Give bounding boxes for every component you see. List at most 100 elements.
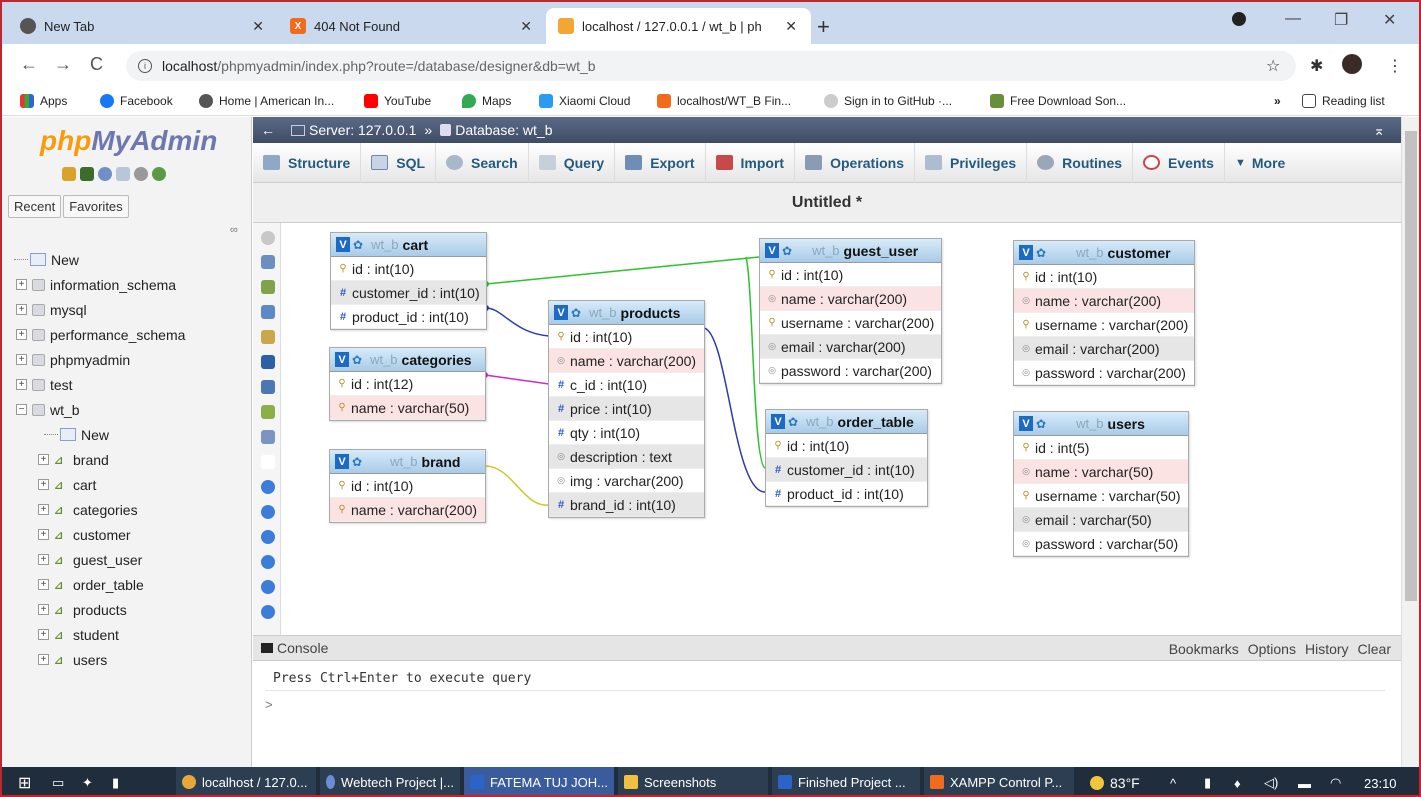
expand-icon[interactable]: + — [38, 529, 49, 540]
docs-icon[interactable] — [116, 167, 130, 181]
tab-new-tab[interactable]: New Tab ✕ — [8, 8, 278, 44]
expand-icon[interactable]: + — [38, 479, 49, 490]
column-row[interactable]: ◎ password : varchar(200) — [1014, 361, 1194, 385]
tab-routines[interactable]: Routines — [1027, 142, 1134, 183]
reload-button[interactable]: C — [90, 54, 103, 75]
column-row[interactable]: ⚲ username : varchar(50) — [1014, 484, 1188, 508]
column-row[interactable]: ⚲ id : int(12) — [330, 372, 485, 396]
console-bookmarks-link[interactable]: Bookmarks — [1169, 641, 1239, 657]
info-icon[interactable]: i — [138, 59, 152, 73]
minimize-button[interactable]: — — [1285, 10, 1301, 28]
bookmark-github[interactable]: Sign in to GitHub ·... — [824, 94, 952, 108]
table-header[interactable]: V ✿ wt_b guest_user — [760, 239, 941, 263]
column-row[interactable]: # brand_id : int(10) — [549, 493, 704, 517]
clock-time[interactable]: 23:10 — [1358, 767, 1403, 795]
task-view-icon[interactable]: ▭ — [46, 767, 70, 795]
column-row[interactable]: # qty : int(10) — [549, 421, 704, 445]
expand-icon[interactable]: + — [16, 329, 27, 340]
console-header[interactable]: Console Bookmarks Options History Clear — [253, 635, 1401, 661]
taskbar-app-webtech[interactable]: Webtech Project |... — [320, 767, 460, 795]
tree-item-wtb-new[interactable]: New — [2, 422, 252, 447]
scroll-top-icon[interactable]: ⌅ — [1373, 122, 1385, 139]
gear-icon[interactable]: ✿ — [352, 353, 362, 367]
column-row[interactable]: ◎ img : varchar(200) — [549, 469, 704, 493]
logout-icon[interactable] — [80, 167, 94, 181]
link-icon[interactable]: ∞ — [230, 224, 238, 236]
bookmark-download[interactable]: Free Download Son... — [990, 94, 1126, 108]
gear-icon[interactable]: ✿ — [1036, 417, 1046, 431]
table-products[interactable]: V ✿ wt_b products ⚲ id : int(10) ◎ name : var… — [548, 300, 705, 518]
column-row[interactable]: # price : int(10) — [549, 397, 704, 421]
gear-icon[interactable]: ✿ — [352, 455, 362, 469]
shield-icon[interactable]: ♦ — [1228, 767, 1247, 795]
recent-button[interactable]: Recent — [8, 195, 62, 218]
console-clear-link[interactable]: Clear — [1358, 641, 1391, 657]
bookmark-facebook[interactable]: Facebook — [100, 94, 173, 108]
wifi-icon[interactable]: ◠ — [1324, 767, 1347, 795]
tree-item-guest-user[interactable]: + ⊿ guest_user — [2, 547, 252, 572]
taskbar-app-finished-project[interactable]: Finished Project ... — [772, 767, 920, 795]
home-icon[interactable] — [62, 167, 76, 181]
column-row[interactable]: ◎ password : varchar(50) — [1014, 532, 1188, 556]
help-icon[interactable] — [98, 167, 112, 181]
expand-icon[interactable]: + — [38, 604, 49, 615]
back-button[interactable]: ← — [20, 54, 38, 75]
taskbar-app-fatema[interactable]: FATEMA TUJ JOH... — [464, 767, 614, 795]
table-guest-user[interactable]: V ✿ wt_b guest_user ⚲ id : int(10) ◎ name : v… — [759, 238, 942, 384]
taskbar-app-screenshots[interactable]: Screenshots — [618, 767, 768, 795]
toggle-table-icon[interactable]: V — [1019, 416, 1033, 431]
tab-import[interactable]: Import — [706, 142, 796, 183]
toggle-table-icon[interactable]: V — [1019, 245, 1033, 260]
close-window-button[interactable]: ✕ — [1383, 10, 1396, 30]
toggle-table-icon[interactable]: V — [335, 454, 349, 469]
column-row[interactable]: ⚲ id : int(10) — [1014, 265, 1194, 289]
column-row[interactable]: ◎ description : text — [549, 445, 704, 469]
console-input[interactable]: > — [265, 697, 273, 712]
settings-icon[interactable] — [134, 167, 148, 181]
table-order-table[interactable]: V ✿ wt_b order_table ⚲ id : int(10) # custome… — [765, 409, 928, 507]
collapse-arrow-icon[interactable]: ← — [261, 122, 275, 138]
gear-icon[interactable]: ✿ — [782, 244, 792, 258]
toggle-table-icon[interactable]: V — [765, 243, 779, 258]
expand-icon[interactable]: + — [38, 654, 49, 665]
tab-export[interactable]: Export — [615, 142, 706, 183]
tab-query[interactable]: Query — [529, 142, 616, 183]
table-header[interactable]: V ✿ wt_b cart — [331, 233, 486, 257]
table-customer[interactable]: V ✿ wt_b customer ⚲ id : int(10) ◎ name : var… — [1013, 240, 1195, 386]
scrollbar-thumb[interactable] — [1405, 131, 1417, 601]
console-options-link[interactable]: Options — [1248, 641, 1296, 657]
tab-privileges[interactable]: Privileges — [915, 142, 1028, 183]
table-categories[interactable]: V ✿ wt_b categories ⚲ id : int(12) ⚲ name : v… — [329, 347, 486, 421]
bookmark-american[interactable]: Home | American In... — [199, 94, 334, 108]
close-icon[interactable]: ✕ — [520, 18, 532, 35]
console-history-link[interactable]: History — [1305, 641, 1349, 657]
toggle-table-icon[interactable]: V — [771, 414, 785, 429]
tree-item-new[interactable]: New — [2, 247, 252, 272]
table-header[interactable]: V ✿ wt_b brand — [330, 450, 485, 474]
weather-widget[interactable]: 83°F — [1084, 767, 1146, 795]
bookmarks-overflow[interactable]: » — [1274, 94, 1281, 108]
expand-icon[interactable]: + — [38, 579, 49, 590]
vertical-scrollbar[interactable] — [1401, 117, 1419, 767]
reload-icon[interactable] — [152, 167, 166, 181]
expand-icon[interactable]: + — [16, 279, 27, 290]
column-row[interactable]: ⚲ id : int(10) — [549, 325, 704, 349]
column-row[interactable]: # c_id : int(10) — [549, 373, 704, 397]
toggle-table-icon[interactable]: V — [554, 305, 568, 320]
tree-item-order-table[interactable]: + ⊿ order_table — [2, 572, 252, 597]
breadcrumb-database[interactable]: Database: wt_b — [455, 122, 552, 138]
tree-item-categories[interactable]: + ⊿ categories — [2, 497, 252, 522]
phpmyadmin-logo[interactable]: phpMyAdmin — [40, 125, 217, 157]
column-row[interactable]: # product_id : int(10) — [766, 482, 927, 506]
widgets-icon[interactable]: ▮ — [106, 767, 125, 795]
tab-structure[interactable]: Structure — [253, 142, 362, 183]
tree-item-users[interactable]: + ⊿ users — [2, 647, 252, 672]
tab-phpmyadmin[interactable]: localhost / 127.0.0.1 / wt_b | php ✕ — [546, 8, 811, 44]
table-header[interactable]: V ✿ wt_b customer — [1014, 241, 1194, 265]
extensions-icon[interactable]: ✱ — [1310, 56, 1323, 76]
star-icon[interactable]: ☆ — [1266, 56, 1280, 76]
tab-more[interactable]: ▼ More — [1225, 143, 1295, 183]
column-row[interactable]: ◎ name : varchar(200) — [549, 349, 704, 373]
collapse-icon[interactable]: − — [16, 404, 27, 415]
column-row[interactable]: ⚲ username : varchar(200) — [1014, 313, 1194, 337]
